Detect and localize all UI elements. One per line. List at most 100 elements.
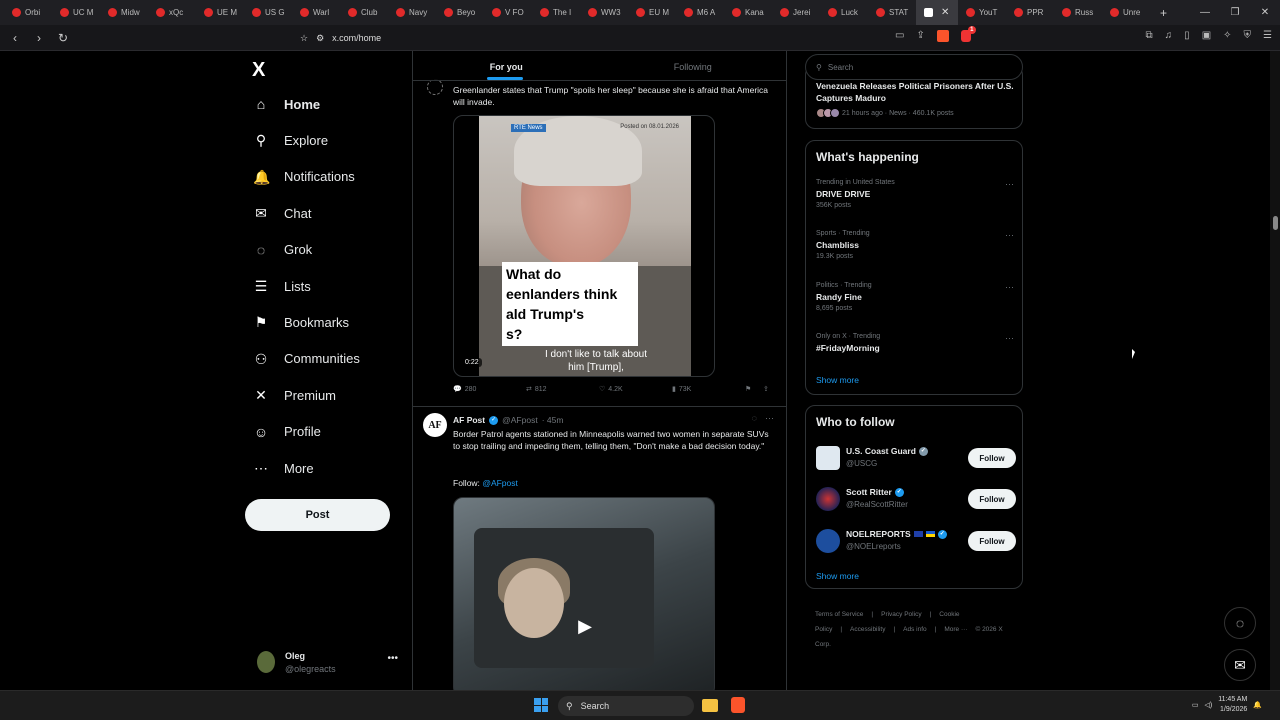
nav-item-explore[interactable]: ⚲ Explore	[253, 132, 328, 148]
notification-icon[interactable]: 🔔	[1253, 701, 1262, 709]
brave-shields-icon[interactable]	[936, 30, 949, 42]
nav-item-premium[interactable]: ✕ Premium	[253, 387, 336, 403]
mention-link[interactable]: @AFpost	[482, 478, 518, 488]
reload-icon[interactable]: ↻	[54, 31, 72, 45]
account-switcher[interactable]: Oleg @olegreacts •••	[253, 647, 403, 679]
footer-link[interactable]: Privacy Policy	[881, 611, 921, 618]
nav-item-lists[interactable]: ☰ Lists	[253, 278, 311, 294]
scrollbar[interactable]	[1270, 51, 1280, 690]
footer-link[interactable]: More ···	[944, 626, 967, 633]
browser-tab[interactable]: UE M	[196, 0, 244, 25]
sidebar-icon[interactable]: ▯	[1184, 30, 1190, 41]
more-icon[interactable]: •••	[387, 653, 398, 664]
close-window-icon[interactable]: ✕	[1250, 7, 1280, 18]
file-explorer-icon[interactable]	[702, 699, 718, 712]
brave-browser-icon[interactable]	[731, 697, 745, 713]
browser-tab[interactable]: Jerei	[772, 0, 820, 25]
grok-icon[interactable]: ◌	[752, 413, 757, 423]
browser-tab[interactable]: M6 A	[676, 0, 724, 25]
footer-link[interactable]: Terms of Service	[815, 611, 863, 618]
browser-tab[interactable]: Luck	[820, 0, 868, 25]
browser-tab[interactable]: US G	[244, 0, 292, 25]
browser-tab[interactable]: Beyo	[436, 0, 484, 25]
show-more-link[interactable]: Show more	[816, 571, 859, 581]
video-player[interactable]: RTE News Posted on 08.01.2026 What do ee…	[453, 115, 715, 377]
avatar[interactable]: AF	[423, 413, 447, 437]
url-text[interactable]: x.com/home	[332, 33, 381, 43]
more-icon[interactable]: ···	[1005, 179, 1014, 189]
browser-tab[interactable]: Russ	[1054, 0, 1102, 25]
x-logo[interactable]: X	[252, 59, 265, 82]
bookmark-page-icon[interactable]: ☆	[300, 33, 308, 44]
reply-button[interactable]: 💬 280	[453, 385, 526, 394]
trend-item[interactable]: Only on X · Trending #FridayMorning ···	[816, 333, 1014, 356]
browser-tab[interactable]: Unre	[1102, 0, 1150, 25]
show-more-link[interactable]: Show more	[816, 375, 859, 385]
leo-icon[interactable]: ✧	[1223, 30, 1231, 41]
more-icon[interactable]: ···	[1005, 333, 1014, 343]
follow-button[interactable]: Follow	[968, 448, 1016, 468]
browser-tab[interactable]: xQc	[148, 0, 196, 25]
like-button[interactable]: ♡ 4.2K	[599, 385, 672, 394]
address-bar[interactable]: ☆ ⚙ x.com/home	[300, 28, 980, 48]
scrollbar-thumb[interactable]	[1273, 216, 1278, 230]
play-icon[interactable]: ▶	[572, 616, 598, 642]
nav-item-profile[interactable]: ☺ Profile	[253, 424, 321, 440]
follow-suggestion[interactable]: U.S. Coast Guard ✓ @USCG Follow	[816, 444, 1016, 474]
music-icon[interactable]: ♫	[1165, 30, 1173, 41]
bookmark-button[interactable]: ⚑	[745, 385, 763, 393]
post-button[interactable]: Post	[245, 499, 390, 531]
browser-tab[interactable]: Warl	[292, 0, 340, 25]
share-button[interactable]: ⇪	[763, 385, 769, 393]
tweet-time[interactable]: · 45m	[542, 415, 564, 425]
browser-tab[interactable]: V FO	[484, 0, 532, 25]
browser-tab[interactable]: UC M	[52, 0, 100, 25]
tab-following[interactable]: Following	[600, 51, 787, 80]
browser-tab[interactable]: WW3	[580, 0, 628, 25]
follow-button[interactable]: Follow	[968, 531, 1016, 551]
taskbar-search[interactable]: ⚲ Search	[558, 696, 694, 716]
browser-tab[interactable]: YouT	[958, 0, 1006, 25]
follow-button[interactable]: Follow	[968, 489, 1016, 509]
footer-link[interactable]: Accessibility	[850, 626, 885, 633]
trend-item[interactable]: Trending in United States DRIVE DRIVE 356K…	[816, 179, 1014, 209]
nav-item-more[interactable]: ⋯ More	[253, 460, 314, 476]
vpn-icon[interactable]: ⛨	[1244, 30, 1252, 41]
trend-item[interactable]: Politics · Trending Randy Fine 8,695 posts…	[816, 282, 1014, 312]
search-input[interactable]: ⚲ Search	[805, 54, 1023, 80]
repost-button[interactable]: ⇄ 812	[526, 385, 599, 394]
nav-item-grok[interactable]: ◌ Grok	[253, 242, 312, 258]
author-name[interactable]: AF Post	[453, 415, 485, 425]
browser-tab[interactable]: Club	[340, 0, 388, 25]
footer-link[interactable]: Ads info	[903, 626, 927, 633]
more-icon[interactable]: ···	[1005, 282, 1014, 292]
tab-for-you[interactable]: For you	[413, 51, 600, 80]
nav-item-home[interactable]: ⌂ Home	[253, 96, 320, 112]
browser-tab[interactable]: Orbi	[4, 0, 52, 25]
menu-icon[interactable]: ☰	[1263, 30, 1272, 41]
browser-tab[interactable]: The I	[532, 0, 580, 25]
close-tab-icon[interactable]: ✕	[941, 7, 949, 18]
cast-icon[interactable]: ▭	[895, 30, 904, 42]
share-icon[interactable]: ⇪	[916, 30, 924, 42]
volume-icon[interactable]: ◁)	[1205, 701, 1213, 709]
browser-tab[interactable]: PPR	[1006, 0, 1054, 25]
forward-icon[interactable]: ›	[30, 31, 48, 45]
follow-suggestion[interactable]: Scott Ritter ✓ @RealScottRitter Follow	[816, 485, 1016, 515]
browser-tab[interactable]: Kana	[724, 0, 772, 25]
avatar[interactable]	[427, 79, 443, 95]
network-icon[interactable]: ▭	[1192, 701, 1199, 709]
more-icon[interactable]: ···	[765, 413, 774, 423]
browser-tab[interactable]: ✕	[916, 0, 958, 25]
browser-tab[interactable]: EU M	[628, 0, 676, 25]
browser-tab[interactable]: Midw	[100, 0, 148, 25]
more-icon[interactable]: ···	[1005, 230, 1014, 240]
messages-fab[interactable]: ✉	[1224, 649, 1256, 681]
nav-item-communities[interactable]: ⚇ Communities	[253, 351, 360, 367]
brave-rewards-icon[interactable]: 1	[960, 26, 976, 42]
browser-tab[interactable]: Navy	[388, 0, 436, 25]
windows-start-icon[interactable]	[534, 698, 548, 712]
site-info-icon[interactable]: ⚙	[316, 33, 324, 44]
back-icon[interactable]: ‹	[6, 31, 24, 45]
extensions-icon[interactable]: ⧉	[1146, 30, 1153, 41]
